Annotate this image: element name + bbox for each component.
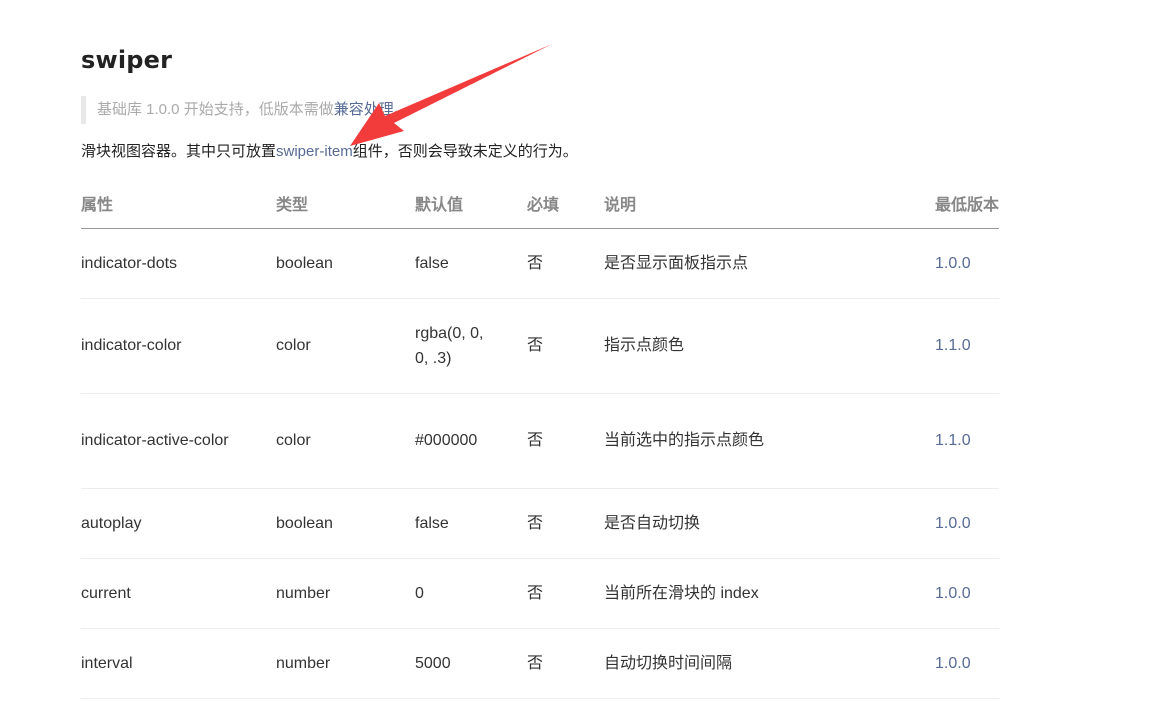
swiper-item-link[interactable]: swiper-item — [276, 143, 353, 160]
cell-attr: indicator-active-color — [81, 393, 276, 489]
cell-required: 否 — [527, 558, 604, 629]
header-attr: 属性 — [81, 178, 276, 229]
description-text-after: 组件，否则会导致未定义的行为。 — [352, 143, 578, 160]
description-text-before: 滑块视图容器。其中只可放置 — [81, 143, 277, 160]
version-note: 基础库 1.0.0 开始支持，低版本需做兼容处理。 — [81, 96, 409, 124]
cell-default: rgba(0, 0, 0, .3) — [415, 298, 527, 394]
table-row: current number 0 否 当前所在滑块的 index 1.0.0 — [81, 558, 999, 629]
cell-type: color — [276, 393, 415, 489]
cell-default: false — [415, 488, 527, 559]
properties-table: 属性 类型 默认值 必填 说明 最低版本 indicator-dots bool… — [81, 178, 999, 699]
header-min-version: 最低版本 — [935, 178, 999, 229]
table-row: indicator-active-color color #000000 否 当… — [81, 393, 999, 489]
version-note-text: 基础库 1.0.0 开始支持，低版本需做 — [97, 101, 334, 118]
cell-type: boolean — [276, 488, 415, 559]
page-title: swiper — [81, 46, 173, 74]
cell-type: boolean — [276, 228, 415, 299]
cell-type: color — [276, 298, 415, 394]
cell-min-version: 1.0.0 — [935, 488, 999, 559]
table-row: indicator-dots boolean false 否 是否显示面板指示点… — [81, 228, 999, 299]
cell-required: 否 — [527, 228, 604, 299]
cell-min-version: 1.0.0 — [935, 558, 999, 629]
annotation-arrow-shape — [350, 44, 552, 146]
table-row: autoplay boolean false 否 是否自动切换 1.0.0 — [81, 488, 999, 559]
cell-min-version: 1.1.0 — [935, 393, 999, 489]
cell-required: 否 — [527, 393, 604, 489]
compatibility-link[interactable]: 兼容处理 — [334, 101, 394, 118]
cell-min-version: 1.0.0 — [935, 628, 999, 699]
header-type: 类型 — [276, 178, 415, 229]
cell-required: 否 — [527, 298, 604, 394]
table-row: interval number 5000 否 自动切换时间间隔 1.0.0 — [81, 628, 999, 699]
cell-description: 当前选中的指示点颜色 — [604, 393, 935, 489]
doc-page: swiper 基础库 1.0.0 开始支持，低版本需做兼容处理。 滑块视图容器。… — [0, 0, 1163, 701]
header-description: 说明 — [604, 178, 935, 229]
cell-attr: interval — [81, 628, 276, 699]
cell-attr: autoplay — [81, 488, 276, 559]
cell-default: #000000 — [415, 393, 527, 489]
cell-default: 0 — [415, 558, 527, 629]
cell-description: 自动切换时间间隔 — [604, 628, 935, 699]
table-header-row: 属性 类型 默认值 必填 说明 最低版本 — [81, 178, 999, 229]
header-required: 必填 — [527, 178, 604, 229]
cell-description: 指示点颜色 — [604, 298, 935, 394]
cell-attr: indicator-dots — [81, 228, 276, 299]
cell-attr: current — [81, 558, 276, 629]
component-description: 滑块视图容器。其中只可放置swiper-item组件，否则会导致未定义的行为。 — [81, 141, 578, 163]
cell-min-version: 1.0.0 — [935, 228, 999, 299]
cell-required: 否 — [527, 488, 604, 559]
cell-description: 当前所在滑块的 index — [604, 558, 935, 629]
cell-min-version: 1.1.0 — [935, 298, 999, 394]
cell-required: 否 — [527, 628, 604, 699]
cell-description: 是否自动切换 — [604, 488, 935, 559]
table-row: indicator-color color rgba(0, 0, 0, .3) … — [81, 298, 999, 394]
cell-type: number — [276, 628, 415, 699]
cell-default: 5000 — [415, 628, 527, 699]
cell-description: 是否显示面板指示点 — [604, 228, 935, 299]
cell-attr: indicator-color — [81, 298, 276, 394]
version-note-suffix: 。 — [393, 101, 409, 118]
cell-default: false — [415, 228, 527, 299]
header-default: 默认值 — [415, 178, 527, 229]
cell-type: number — [276, 558, 415, 629]
